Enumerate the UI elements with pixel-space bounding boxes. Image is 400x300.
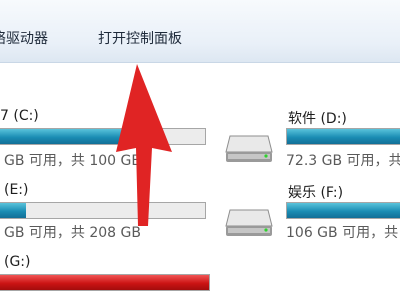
drive-c-name: 7 (C:) bbox=[0, 108, 39, 124]
drive-f-usage-fill bbox=[287, 203, 400, 218]
hard-drive-icon bbox=[225, 135, 273, 162]
map-network-drive-button[interactable]: 络驱动器 bbox=[0, 28, 48, 48]
drive-e-info: GB 可用，共 208 GB bbox=[4, 225, 141, 241]
drive-g-name: (G:) bbox=[4, 254, 31, 270]
drive-f-name: 娱乐 (F:) bbox=[288, 185, 344, 201]
drive-d-info: 72.3 GB 可用，共 bbox=[286, 153, 400, 169]
drive-e-usage-bar bbox=[0, 202, 206, 219]
drive-d-usage-bar bbox=[286, 128, 400, 145]
drive-c-usage-bar bbox=[0, 128, 206, 145]
drive-e-usage-fill bbox=[0, 203, 27, 218]
drive-d-usage-fill bbox=[287, 129, 400, 144]
drive-f-info: 106 GB 可用，共 bbox=[286, 225, 399, 241]
drive-f-usage-bar bbox=[286, 202, 400, 219]
drive-g-usage-bar bbox=[0, 274, 210, 291]
hard-drive-icon bbox=[225, 209, 273, 236]
open-control-panel-button[interactable]: 打开控制面板 bbox=[98, 28, 182, 48]
drive-e-name: (E:) bbox=[4, 182, 29, 198]
drive-c-usage-fill bbox=[0, 129, 143, 144]
drive-c-info: GB 可用，共 100 GB bbox=[4, 153, 141, 169]
toolbar: 络驱动器 打开控制面板 bbox=[0, 0, 400, 63]
drive-g-usage-fill bbox=[0, 275, 209, 290]
drive-d-name: 软件 (D:) bbox=[288, 111, 347, 127]
